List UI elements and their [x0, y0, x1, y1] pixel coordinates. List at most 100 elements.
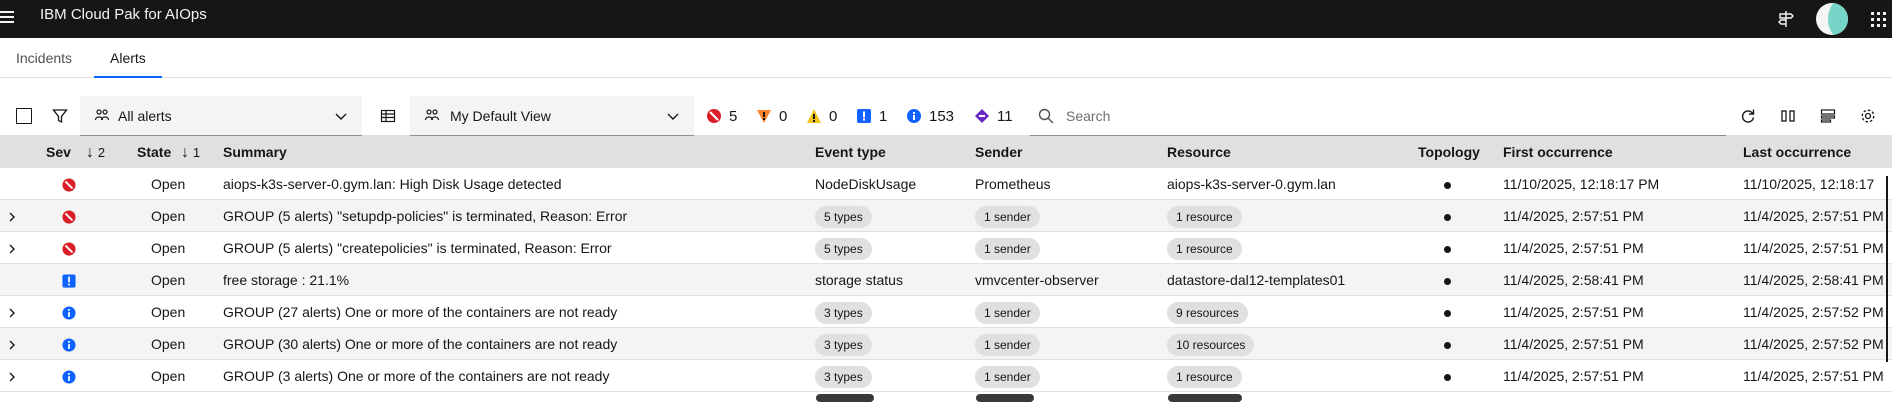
resource-tag[interactable]: 1 resource [1167, 366, 1242, 389]
refresh-icon[interactable] [1732, 96, 1764, 136]
gear-icon[interactable] [1852, 96, 1884, 136]
topology-indicator[interactable] [1444, 328, 1464, 360]
select-all-checkbox[interactable] [12, 96, 36, 136]
indeterminate-count[interactable]: 11 [974, 96, 1013, 136]
group-icon [94, 108, 110, 124]
column-header-sev[interactable]: Sev [46, 136, 71, 168]
major-count[interactable]: 0 [756, 96, 787, 136]
table-view-icon[interactable] [372, 96, 404, 136]
alert-filter-value: All alerts [118, 107, 172, 124]
sender-text: Prometheus [975, 176, 1051, 192]
topology-indicator[interactable] [1444, 200, 1464, 232]
event-type-tag[interactable]: 3 types [815, 302, 872, 325]
resource-tag[interactable]: 9 resources [1167, 302, 1248, 325]
resource-tag[interactable]: 1 resource [1167, 206, 1242, 229]
expand-row-chevron-icon[interactable] [6, 232, 22, 264]
avatar[interactable] [1814, 0, 1850, 38]
table-row[interactable]: Open free storage : 21.1% storage status vm… [0, 264, 1892, 296]
pin-icon[interactable] [1770, 0, 1802, 38]
search-field[interactable] [1030, 96, 1726, 136]
information-count-value: 153 [929, 107, 955, 125]
column-header-sender[interactable]: Sender [975, 136, 1022, 168]
view-dropdown[interactable]: My Default View [410, 96, 694, 136]
column-header-event-type[interactable]: Event type [815, 136, 886, 168]
table-settings-icon[interactable] [1812, 96, 1844, 136]
resource-cell: 1 resource [1167, 200, 1412, 232]
critical-severity-icon [62, 232, 82, 264]
next-row-tag [976, 394, 1034, 402]
event-type-tag[interactable]: 5 types [815, 238, 872, 261]
expand-row-chevron-icon[interactable] [6, 296, 22, 328]
topology-indicator[interactable] [1444, 360, 1464, 392]
summary-cell[interactable]: GROUP (3 alerts) One or more of the cont… [223, 360, 808, 392]
event-type-cell: 5 types [815, 200, 970, 232]
columns-icon[interactable] [1772, 96, 1804, 136]
table-row[interactable]: Open GROUP (5 alerts) "setupdp-policies" … [0, 200, 1892, 232]
warning-icon [857, 109, 871, 123]
topology-indicator[interactable] [1444, 232, 1464, 264]
resource-cell: 1 resource [1167, 360, 1412, 392]
first-occurrence-cell: 11/4/2025, 2:57:51 PM [1503, 304, 1644, 320]
view-dropdown-value: My Default View [450, 107, 551, 124]
sort-arrow-icon: ↓ [86, 144, 94, 161]
state-cell: Open [151, 272, 186, 288]
information-count[interactable]: 153 [906, 96, 954, 136]
column-header-state[interactable]: State [137, 136, 171, 168]
column-header-first-occurrence[interactable]: First occurrence [1503, 136, 1613, 168]
event-type-tag[interactable]: 3 types [815, 366, 872, 389]
search-icon [1038, 108, 1054, 128]
summary-cell[interactable]: aiops-k3s-server-0.gym.lan: High Disk Us… [223, 168, 808, 200]
column-header-summary[interactable]: Summary [223, 136, 287, 168]
sort-severity-button[interactable]: ↓ 2 [86, 136, 105, 168]
menu-icon[interactable] [0, 8, 18, 30]
summary-cell[interactable]: free storage : 21.1% [223, 264, 808, 296]
topology-indicator[interactable] [1444, 264, 1464, 296]
event-type-tag[interactable]: 5 types [815, 206, 872, 229]
alerts-toolbar: All alerts My Default View 5 0 0 1 153 1… [0, 96, 1892, 136]
state-cell: Open [151, 336, 186, 352]
table-row[interactable]: Open GROUP (5 alerts) "createpolicies" is… [0, 232, 1892, 264]
column-header-resource[interactable]: Resource [1167, 136, 1231, 168]
summary-cell[interactable]: GROUP (5 alerts) "createpolicies" is ter… [223, 232, 808, 264]
alert-filter-dropdown[interactable]: All alerts [80, 96, 362, 136]
column-header-last-occurrence[interactable]: Last occurrence [1743, 136, 1851, 168]
minor-count[interactable]: 0 [806, 96, 837, 136]
next-row-tag [816, 394, 874, 402]
table-row[interactable]: Open GROUP (3 alerts) One or more of the … [0, 360, 1892, 392]
table-row[interactable]: Open aiops-k3s-server-0.gym.lan: High Dis… [0, 168, 1892, 200]
information-severity-icon [62, 328, 82, 360]
filter-icon[interactable] [44, 96, 76, 136]
summary-cell[interactable]: GROUP (5 alerts) "setupdp-policies" is t… [223, 200, 808, 232]
sort-state-button[interactable]: ↓ 1 [181, 136, 200, 168]
sender-tag[interactable]: 1 sender [975, 334, 1040, 357]
resource-tag[interactable]: 10 resources [1167, 334, 1255, 357]
sender-tag[interactable]: 1 sender [975, 366, 1040, 389]
tab-alerts[interactable]: Alerts [94, 38, 162, 78]
table-row[interactable]: Open GROUP (30 alerts) One or more of the… [0, 328, 1892, 360]
summary-cell[interactable]: GROUP (27 alerts) One or more of the con… [223, 296, 808, 328]
summary-cell[interactable]: GROUP (30 alerts) One or more of the con… [223, 328, 808, 360]
expand-row-chevron-icon[interactable] [6, 328, 22, 360]
sender-tag[interactable]: 1 sender [975, 238, 1040, 261]
expand-row-chevron-icon[interactable] [6, 200, 22, 232]
first-occurrence-cell: 11/4/2025, 2:57:51 PM [1503, 208, 1644, 224]
tab-bar: Incidents Alerts [0, 38, 1892, 78]
search-input[interactable] [1066, 107, 1666, 124]
resource-tag[interactable]: 1 resource [1167, 238, 1242, 261]
topology-indicator[interactable] [1444, 296, 1464, 328]
sender-tag[interactable]: 1 sender [975, 302, 1040, 325]
expand-row-chevron-icon[interactable] [6, 360, 22, 392]
warning-count[interactable]: 1 [856, 96, 887, 136]
topology-indicator[interactable] [1444, 168, 1464, 200]
resource-text: aiops-k3s-server-0.gym.lan [1167, 176, 1336, 192]
state-cell: Open [151, 176, 186, 192]
first-occurrence-cell: 11/10/2025, 12:18:17 PM [1503, 176, 1660, 192]
table-row[interactable]: Open GROUP (27 alerts) One or more of the… [0, 296, 1892, 328]
tab-incidents[interactable]: Incidents [0, 38, 88, 78]
app-switcher-icon[interactable] [1864, 0, 1892, 38]
column-header-topology[interactable]: Topology [1418, 136, 1480, 168]
sender-tag[interactable]: 1 sender [975, 206, 1040, 229]
critical-count[interactable]: 5 [706, 96, 737, 136]
resource-text: datastore-dal12-templates01 [1167, 272, 1346, 288]
event-type-tag[interactable]: 3 types [815, 334, 872, 357]
